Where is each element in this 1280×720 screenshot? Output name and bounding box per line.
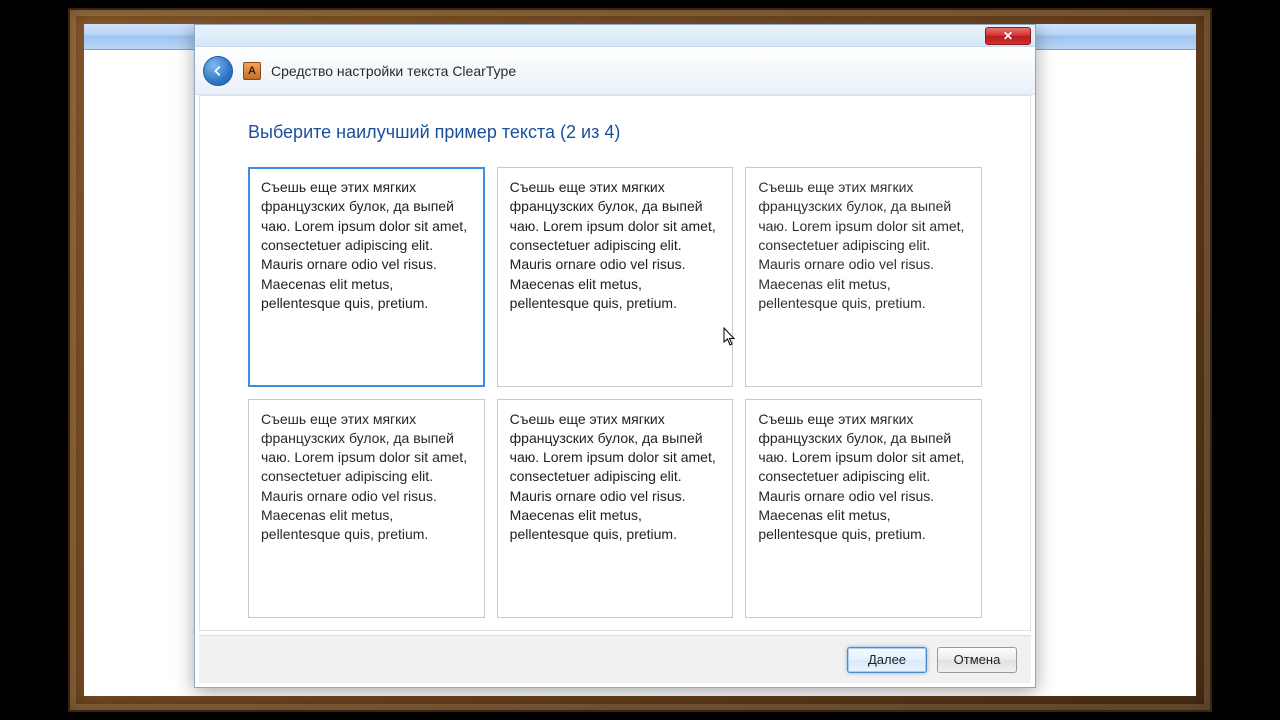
instruction-heading: Выберите наилучший пример текста (2 из 4… bbox=[248, 122, 982, 143]
sample-grid: Съешь еще этих мягких французских булок,… bbox=[248, 167, 982, 618]
close-button[interactable]: ✕ bbox=[985, 27, 1031, 45]
text-sample-6[interactable]: Съешь еще этих мягких французских булок,… bbox=[745, 399, 982, 619]
photo-frame: ✕ A Средство настройки текста ClearType … bbox=[68, 8, 1212, 712]
cleartype-wizard-dialog: ✕ A Средство настройки текста ClearType … bbox=[194, 24, 1036, 688]
close-icon: ✕ bbox=[1003, 29, 1013, 43]
text-sample-5[interactable]: Съешь еще этих мягких французских булок,… bbox=[497, 399, 734, 619]
back-arrow-icon bbox=[210, 63, 226, 79]
text-sample-3[interactable]: Съешь еще этих мягких французских булок,… bbox=[745, 167, 982, 387]
text-sample-4[interactable]: Съешь еще этих мягких французских булок,… bbox=[248, 399, 485, 619]
dialog-body: Выберите наилучший пример текста (2 из 4… bbox=[199, 95, 1031, 631]
back-button[interactable] bbox=[203, 56, 233, 86]
app-icon-letter: A bbox=[248, 65, 256, 77]
dialog-titlebar: ✕ bbox=[195, 25, 1035, 47]
next-button[interactable]: Далее bbox=[847, 647, 927, 673]
text-sample-2[interactable]: Съешь еще этих мягких французских булок,… bbox=[497, 167, 734, 387]
dialog-footer: Далее Отмена bbox=[199, 635, 1031, 683]
dialog-header: A Средство настройки текста ClearType bbox=[195, 47, 1035, 95]
photo-inner: ✕ A Средство настройки текста ClearType … bbox=[84, 24, 1196, 696]
cleartype-app-icon: A bbox=[243, 62, 261, 80]
cancel-button[interactable]: Отмена bbox=[937, 647, 1017, 673]
text-sample-1[interactable]: Съешь еще этих мягких французских булок,… bbox=[248, 167, 485, 387]
dialog-title: Средство настройки текста ClearType bbox=[271, 63, 516, 79]
